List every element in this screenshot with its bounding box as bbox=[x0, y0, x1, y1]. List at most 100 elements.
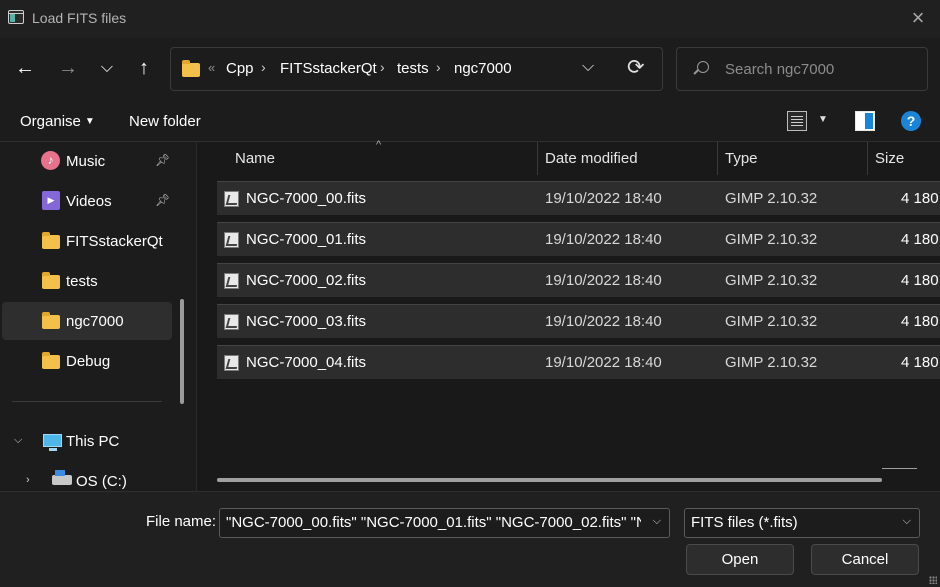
file-name-value[interactable]: "NGC-7000_00.fits" "NGC-7000_01.fits" "N… bbox=[226, 514, 641, 531]
title-bar: Load FITS files × bbox=[0, 0, 940, 38]
column-header-name[interactable]: Name bbox=[235, 150, 275, 167]
column-header-type[interactable]: Type bbox=[725, 150, 758, 167]
column-divider[interactable] bbox=[867, 142, 868, 175]
recent-locations-chevron-icon[interactable]: ⌵ bbox=[94, 55, 120, 81]
sidebar-item-tests[interactable]: tests bbox=[2, 262, 172, 300]
file-row[interactable]: NGC-7000_03.fits 19/10/2022 18:40 GIMP 2… bbox=[217, 304, 940, 338]
breadcrumb-separator[interactable]: › bbox=[380, 59, 385, 75]
column-divider[interactable] bbox=[717, 142, 718, 175]
sidebar-scrollbar[interactable] bbox=[180, 299, 184, 404]
refresh-icon[interactable]: ⟳ bbox=[627, 55, 645, 80]
view-options-caret-icon[interactable]: ▼ bbox=[818, 114, 828, 125]
file-name: NGC-7000_01.fits bbox=[246, 231, 367, 248]
file-date: 19/10/2022 18:40 bbox=[545, 354, 662, 371]
column-header-row: ^ Name Date modified Type Size bbox=[197, 139, 940, 175]
file-row[interactable]: NGC-7000_00.fits 19/10/2022 18:40 GIMP 2… bbox=[217, 181, 940, 215]
sidebar-item-label: ngc7000 bbox=[66, 313, 124, 330]
scrollbar-end-marker bbox=[882, 468, 917, 469]
search-icon bbox=[697, 61, 709, 73]
chevron-right-icon[interactable]: › bbox=[26, 474, 30, 486]
file-row[interactable]: NGC-7000_01.fits 19/10/2022 18:40 GIMP 2… bbox=[217, 222, 940, 256]
file-name: NGC-7000_02.fits bbox=[246, 272, 367, 289]
computer-icon bbox=[43, 434, 62, 451]
file-name: NGC-7000_04.fits bbox=[246, 354, 367, 371]
file-name: NGC-7000_00.fits bbox=[246, 190, 367, 207]
back-arrow-icon[interactable]: ← bbox=[12, 55, 38, 81]
fits-file-icon bbox=[224, 273, 239, 289]
file-size: 4 180 bbox=[901, 231, 939, 248]
sidebar-item-music[interactable]: ♪ Music 📌︎ bbox=[2, 142, 172, 180]
file-type: GIMP 2.10.32 bbox=[725, 313, 818, 330]
new-folder-button[interactable]: New folder bbox=[129, 113, 201, 130]
sort-ascending-icon: ^ bbox=[376, 139, 382, 151]
file-type-filter-select[interactable]: FITS files (*.fits) ⌵ bbox=[684, 508, 920, 538]
cancel-button[interactable]: Cancel bbox=[811, 544, 919, 575]
help-icon[interactable]: ? bbox=[901, 111, 921, 131]
pin-icon[interactable]: 📌︎ bbox=[155, 193, 170, 207]
breadcrumb-ngc7000[interactable]: ngc7000 bbox=[454, 60, 512, 77]
pin-icon[interactable]: 📌︎ bbox=[155, 153, 170, 167]
sidebar-item-os-drive[interactable]: › OS (C:) bbox=[2, 462, 172, 491]
file-name-input[interactable]: "NGC-7000_00.fits" "NGC-7000_01.fits" "N… bbox=[219, 508, 670, 538]
search-input[interactable] bbox=[725, 57, 915, 81]
file-type: GIMP 2.10.32 bbox=[725, 354, 818, 371]
chevron-down-icon[interactable]: ⌵ bbox=[653, 515, 661, 528]
sidebar-item-label: Debug bbox=[66, 353, 111, 370]
file-name-label: File name: bbox=[146, 513, 217, 530]
horizontal-scrollbar-thumb[interactable] bbox=[217, 478, 882, 482]
breadcrumb-tests[interactable]: tests bbox=[397, 60, 429, 77]
chevron-down-icon[interactable]: ⌵ bbox=[903, 515, 911, 528]
file-size: 4 180 bbox=[901, 272, 939, 289]
navigation-bar: ← → ⌵ ↑ « Cpp › FITSstackerQt › tests › … bbox=[0, 38, 940, 100]
view-options-icon[interactable] bbox=[787, 111, 807, 131]
column-divider[interactable] bbox=[537, 142, 538, 175]
breadcrumb-cpp[interactable]: Cpp bbox=[226, 60, 254, 77]
column-header-size[interactable]: Size bbox=[875, 150, 904, 167]
breadcrumb-overflow[interactable]: « bbox=[208, 60, 215, 75]
window-title: Load FITS files bbox=[32, 10, 127, 26]
drive-icon bbox=[52, 470, 72, 485]
fits-file-icon bbox=[224, 355, 239, 371]
preview-pane-icon[interactable] bbox=[855, 111, 875, 131]
address-bar[interactable]: « Cpp › FITSstackerQt › tests › ngc7000 … bbox=[170, 47, 663, 91]
file-size: 4 180 bbox=[901, 354, 939, 371]
resize-grip-icon[interactable] bbox=[929, 576, 937, 584]
file-date: 19/10/2022 18:40 bbox=[545, 272, 662, 289]
file-size: 4 180 bbox=[901, 313, 939, 330]
folder-icon bbox=[42, 232, 60, 249]
forward-arrow-icon[interactable]: → bbox=[55, 55, 81, 81]
file-list: ^ Name Date modified Type Size NGC-7000_… bbox=[197, 139, 940, 491]
sidebar-item-fitsstackerqt[interactable]: FITSstackerQt bbox=[2, 222, 172, 260]
fits-file-icon bbox=[224, 232, 239, 248]
command-bar: Organise ▼ New folder ▼ ? bbox=[0, 100, 940, 142]
up-arrow-icon[interactable]: ↑ bbox=[131, 55, 157, 81]
file-row[interactable]: NGC-7000_04.fits 19/10/2022 18:40 GIMP 2… bbox=[217, 345, 940, 379]
search-box[interactable] bbox=[676, 47, 928, 91]
folder-icon bbox=[42, 312, 60, 329]
sidebar-item-this-pc[interactable]: ⌵ This PC bbox=[2, 422, 172, 460]
organise-label: Organise bbox=[20, 113, 81, 130]
open-button[interactable]: Open bbox=[686, 544, 794, 575]
sidebar-item-debug[interactable]: Debug bbox=[2, 342, 172, 380]
chevron-down-icon[interactable]: ⌵ bbox=[14, 434, 22, 447]
sidebar-item-label: OS (C:) bbox=[76, 473, 127, 490]
horizontal-scrollbar[interactable] bbox=[217, 476, 917, 482]
column-header-date-modified[interactable]: Date modified bbox=[545, 150, 638, 167]
file-row[interactable]: NGC-7000_02.fits 19/10/2022 18:40 GIMP 2… bbox=[217, 263, 940, 297]
sidebar-item-label: Music bbox=[66, 153, 106, 170]
breadcrumb-separator[interactable]: › bbox=[261, 59, 266, 75]
folder-icon bbox=[182, 60, 200, 77]
breadcrumb-separator[interactable]: › bbox=[436, 59, 441, 75]
address-dropdown-chevron-icon[interactable]: ⌵ bbox=[582, 58, 594, 76]
sidebar-item-videos[interactable]: ▶ Videos 📌︎ bbox=[2, 182, 172, 220]
sidebar-item-ngc7000[interactable]: ngc7000 bbox=[2, 302, 172, 340]
music-icon: ♪ bbox=[41, 151, 60, 170]
file-type-filter-value: FITS files (*.fits) bbox=[691, 514, 798, 531]
file-size: 4 180 bbox=[901, 190, 939, 207]
organise-button[interactable]: Organise ▼ bbox=[20, 113, 95, 130]
close-icon[interactable]: × bbox=[908, 7, 928, 29]
breadcrumb-fitsstackerqt[interactable]: FITSstackerQt bbox=[280, 60, 377, 77]
sidebar-item-label: This PC bbox=[66, 433, 120, 450]
sidebar-divider bbox=[12, 401, 162, 402]
sidebar-item-label: FITSstackerQt bbox=[66, 233, 163, 250]
